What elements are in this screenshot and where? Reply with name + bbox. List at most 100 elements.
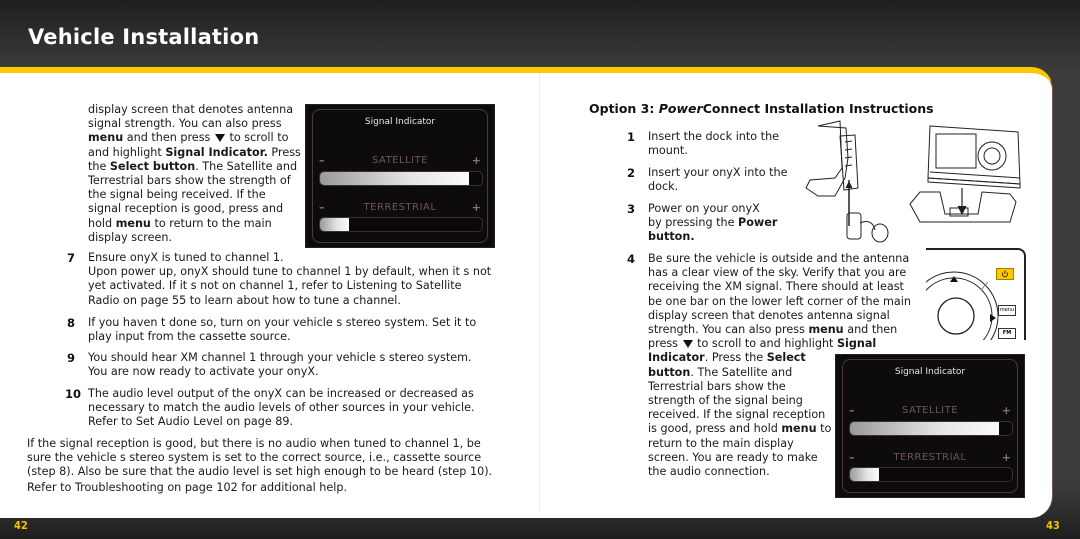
menu-term: menu bbox=[781, 422, 817, 436]
terrestrial-bar bbox=[319, 217, 483, 232]
text-line: The audio level output of the onyX can b… bbox=[88, 387, 474, 400]
text-line: has a clear view of the sky. Verify that… bbox=[648, 266, 907, 280]
satellite-label: SATELLITE bbox=[371, 155, 429, 166]
fm-button[interactable]: FM bbox=[998, 328, 1016, 339]
onyx-dock-illustration bbox=[909, 125, 1021, 223]
text-span: to scroll to bbox=[225, 131, 289, 145]
text-span: strength. You can also press bbox=[648, 323, 809, 337]
plus-icon: + bbox=[471, 201, 481, 214]
text-line: Be sure the vehicle is outside and the a… bbox=[648, 252, 910, 265]
text-span: hold bbox=[88, 216, 113, 230]
text-line: If the signal reception is good, but the… bbox=[27, 437, 481, 450]
text-line: (step 8). Also be sure that the audio le… bbox=[27, 465, 493, 479]
step-number: 8 bbox=[67, 316, 76, 330]
page-divider bbox=[539, 73, 540, 512]
button-term: button bbox=[648, 365, 691, 379]
step-1-text: Insert the dock into the mount. bbox=[648, 130, 798, 158]
step-number: 3 bbox=[627, 202, 636, 216]
power-icon bbox=[1001, 270, 1009, 278]
text-line: signal strength. You can also press bbox=[88, 117, 282, 131]
text-line: Ensure onyX is tuned to channel 1. bbox=[88, 251, 284, 264]
power-term: Power bbox=[738, 216, 778, 230]
text-line: Terrestrial bars show the strength of bbox=[88, 174, 291, 188]
text-span: Option 3: bbox=[589, 101, 659, 116]
step-7-text: Ensure onyX is tuned to channel 1. Upon … bbox=[88, 251, 508, 308]
signal-indicator-screen-right: Signal Indicator – SATELLITE + – TERREST… bbox=[835, 354, 1025, 498]
text-line: yet activated. If it s not on channel 1,… bbox=[88, 279, 462, 293]
text-line: press to scroll to and highlight Signal bbox=[648, 337, 928, 351]
step-number: 4 bbox=[627, 252, 636, 266]
text-line: You should hear XM channel 1 through you… bbox=[88, 351, 472, 364]
text-line: display screen. bbox=[88, 230, 173, 244]
text-span: press bbox=[648, 337, 682, 351]
text-line: receiving the XM signal. There should at… bbox=[648, 280, 904, 294]
text-span: . Press the bbox=[704, 351, 767, 365]
text-line: hold menu to return to the main bbox=[88, 217, 303, 231]
text-line: be one bar on the lower left corner of t… bbox=[648, 294, 911, 308]
indicator-term: Indicator bbox=[648, 351, 705, 365]
page-title: Vehicle Installation bbox=[28, 25, 260, 49]
text-span: is good, press and hold bbox=[648, 422, 782, 436]
step-8-text: If you haven t done so, turn on your veh… bbox=[88, 316, 508, 344]
text-line: the Select button. The Satellite and bbox=[88, 160, 303, 174]
step-number: 7 bbox=[67, 251, 76, 265]
select-term: Select bbox=[766, 351, 806, 365]
menu-term: menu bbox=[88, 131, 124, 145]
text-line: play input from the cassette source. bbox=[88, 330, 291, 344]
section-heading: Option 3: PowerConnect Installation Inst… bbox=[589, 101, 934, 116]
select-knob bbox=[937, 297, 975, 335]
dock-mount-illustration bbox=[805, 120, 889, 243]
text-span: and then press bbox=[123, 131, 214, 145]
satellite-label: SATELLITE bbox=[901, 405, 959, 416]
signal-indicator-title: Signal Indicator bbox=[894, 367, 966, 377]
plus-icon: + bbox=[471, 154, 481, 167]
signal-indicator-frame: Signal Indicator – SATELLITE + – TERREST… bbox=[312, 109, 488, 243]
text-line: display screen that denotes antenna sign… bbox=[648, 308, 890, 322]
terrestrial-bar-fill bbox=[850, 468, 880, 481]
up-arrow-icon bbox=[950, 276, 958, 282]
text-line: display screen that denotes antenna bbox=[88, 103, 294, 116]
signal-indicator-term: Signal Indicator. bbox=[165, 145, 268, 159]
device-controls-closeup: menu FM bbox=[926, 248, 1026, 340]
troubleshooting-paragraph: If the signal reception is good, but the… bbox=[27, 437, 507, 495]
right-arrow-icon bbox=[990, 314, 996, 322]
down-arrow-icon bbox=[682, 340, 693, 349]
plus-icon: + bbox=[1001, 404, 1011, 417]
step-2-text: Insert your onyX into the dock. bbox=[648, 166, 798, 194]
satellite-bar-fill bbox=[320, 172, 470, 185]
text-line: Radio on page 55 to learn about how to t… bbox=[88, 293, 401, 307]
text-span: . The Satellite and bbox=[690, 365, 793, 379]
terrestrial-label: TERRESTRIAL bbox=[363, 202, 437, 213]
power-button[interactable] bbox=[996, 268, 1014, 280]
text-line: Upon power up, onyX should tune to chann… bbox=[88, 265, 492, 279]
menu-button[interactable]: menu bbox=[998, 305, 1016, 316]
suction-cup bbox=[871, 223, 889, 243]
terrestrial-bar bbox=[849, 467, 1013, 482]
text-line: and highlight Signal Indicator. Press bbox=[88, 146, 303, 160]
text-span: Power bbox=[658, 101, 703, 116]
step-9-text: You should hear XM channel 1 through you… bbox=[88, 351, 508, 379]
satellite-bar-fill bbox=[850, 422, 1000, 435]
text-line: Power on your onyX bbox=[648, 202, 760, 215]
text-line: Refer to Set Audio Level on page 89. bbox=[88, 415, 294, 429]
down-arrow-icon bbox=[214, 134, 225, 143]
select-button-term: Select button bbox=[109, 159, 196, 173]
step-number: 2 bbox=[627, 166, 636, 180]
signal-indicator-screen-left: Signal Indicator – SATELLITE + – TERREST… bbox=[305, 104, 495, 248]
text-span: . The Satellite and bbox=[195, 159, 298, 173]
step-number: 9 bbox=[67, 351, 76, 365]
step-number: 1 bbox=[627, 130, 636, 144]
menu-term: menu bbox=[808, 323, 844, 337]
satellite-bar bbox=[319, 171, 483, 186]
text-span: the bbox=[88, 159, 110, 173]
text-line: the signal being received. If the bbox=[88, 188, 266, 202]
text-span: Connect Installation Instructions bbox=[702, 101, 934, 116]
text-line: menu and then press to scroll to bbox=[88, 131, 303, 145]
text-line: necessary to match the audio levels of o… bbox=[88, 401, 475, 415]
terrestrial-label: TERRESTRIAL bbox=[893, 452, 967, 463]
text-line: mount. bbox=[648, 144, 688, 158]
text-span: and highlight bbox=[88, 145, 166, 159]
satellite-bar bbox=[849, 421, 1013, 436]
text-span: to scroll to and highlight bbox=[693, 337, 837, 351]
text-span: to bbox=[816, 422, 832, 436]
